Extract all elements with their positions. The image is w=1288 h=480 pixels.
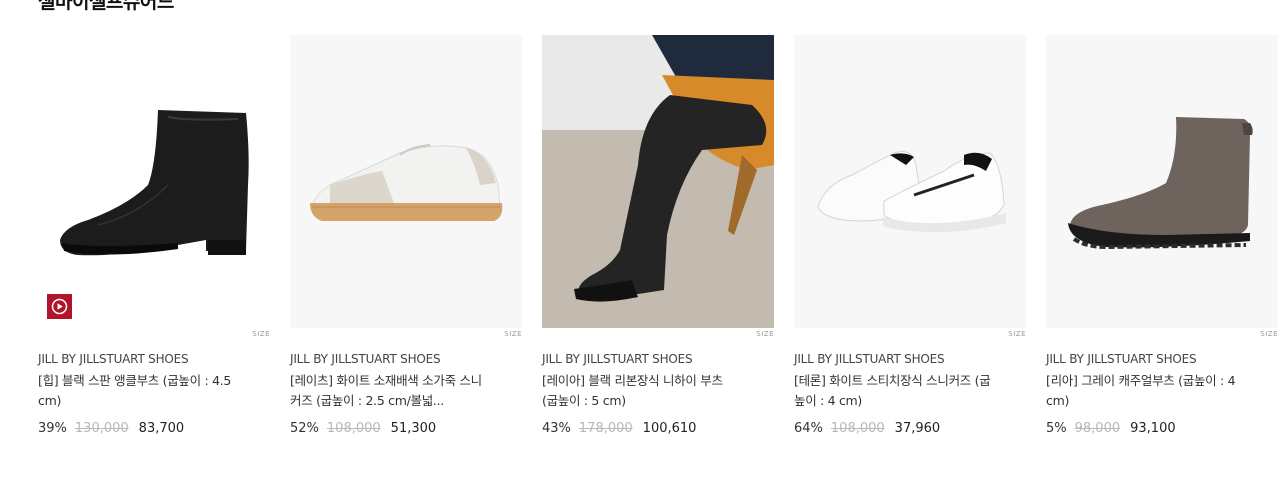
discount-rate: 5%: [1046, 421, 1067, 436]
discount-rate: 64%: [794, 421, 823, 436]
product-brand[interactable]: JILL BY JILLSTUART SHOES: [290, 352, 441, 366]
size-tag[interactable]: SIZE: [1260, 330, 1278, 338]
chunky-sneaker-image: [817, 151, 1006, 233]
product-image[interactable]: [290, 35, 522, 328]
product-brand[interactable]: JILL BY JILLSTUART SHOES: [542, 352, 693, 366]
sale-price: 37,960: [894, 421, 941, 436]
play-circle-icon: [51, 298, 68, 315]
video-badge[interactable]: [47, 294, 72, 319]
product-brand[interactable]: JILL BY JILLSTUART SHOES: [1046, 352, 1197, 366]
product-card-1[interactable]: SIZE JILL BY JILLSTUART SHOES [힙] 블랙 스판 …: [38, 35, 270, 436]
sale-price: 93,100: [1130, 421, 1176, 436]
product-brand[interactable]: JILL BY JILLSTUART SHOES: [38, 352, 189, 366]
product-price: 52% 108,000 51,300: [290, 421, 436, 436]
sale-price: 51,300: [390, 421, 437, 436]
section-title: 셀마이셀프슈어드: [38, 0, 174, 13]
product-name[interactable]: [리아] 그레이 캐주얼부츠 (굽높이 : 4 cm): [1046, 371, 1246, 411]
sale-price: 83,700: [138, 421, 185, 436]
size-tag[interactable]: SIZE: [252, 330, 270, 338]
original-price: 108,000: [326, 421, 381, 436]
product-name[interactable]: [테론] 화이트 스티치장식 스니커즈 (굽높이 : 4 cm): [794, 371, 994, 411]
product-card-3[interactable]: SIZE JILL BY JILLSTUART SHOES [레이아] 블랙 리…: [542, 35, 774, 436]
product-brand[interactable]: JILL BY JILLSTUART SHOES: [794, 352, 945, 366]
product-name[interactable]: [힙] 블랙 스판 앵클부츠 (굽높이 : 4.5 cm): [38, 371, 238, 411]
original-price: 178,000: [578, 421, 633, 436]
original-price: 130,000: [74, 421, 129, 436]
original-price: 98,000: [1074, 421, 1121, 436]
product-grid: SIZE JILL BY JILLSTUART SHOES [힙] 블랙 스판 …: [38, 35, 1278, 455]
ankle-boot-image: [60, 110, 249, 256]
discount-rate: 52%: [290, 421, 319, 436]
product-image[interactable]: [1046, 35, 1278, 328]
product-card-4[interactable]: SIZE JILL BY JILLSTUART SHOES [테론] 화이트 스…: [794, 35, 1026, 436]
sale-price: 100,610: [642, 421, 697, 436]
size-tag[interactable]: SIZE: [1008, 330, 1026, 338]
product-image[interactable]: [542, 35, 774, 328]
size-tag[interactable]: SIZE: [504, 330, 522, 338]
suede-boot-image: [1068, 117, 1253, 250]
discount-rate: 39%: [38, 421, 67, 436]
product-price: 43% 178,000 100,610: [542, 421, 696, 436]
sneaker-image: [310, 144, 503, 221]
product-image[interactable]: [38, 35, 270, 328]
size-tag[interactable]: SIZE: [756, 330, 774, 338]
product-price: 64% 108,000 37,960: [794, 421, 940, 436]
product-name[interactable]: [레이아] 블랙 리본장식 니하이 부츠 (굽높이 : 5 cm): [542, 371, 742, 411]
product-price: 5% 98,000 93,100: [1046, 421, 1176, 436]
product-card-2[interactable]: SIZE JILL BY JILLSTUART SHOES [레이츠] 화이트 …: [290, 35, 522, 436]
product-card-5[interactable]: SIZE JILL BY JILLSTUART SHOES [리아] 그레이 캐…: [1046, 35, 1278, 436]
discount-rate: 43%: [542, 421, 571, 436]
product-image[interactable]: [794, 35, 1026, 328]
knee-high-boot-photo: [542, 35, 774, 328]
product-price: 39% 130,000 83,700: [38, 421, 184, 436]
product-name[interactable]: [레이츠] 화이트 소재배색 소가죽 스니커즈 (굽높이 : 2.5 cm/볼넓…: [290, 371, 490, 411]
original-price: 108,000: [830, 421, 885, 436]
